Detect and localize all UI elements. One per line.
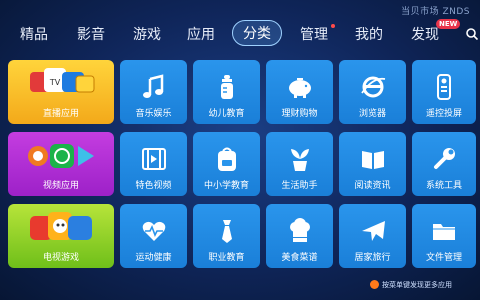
nav-item-yingyin[interactable]: 影音: [77, 24, 105, 44]
tv-games-icon: [30, 212, 92, 240]
tile-early-education[interactable]: 幼儿教育: [193, 60, 260, 124]
tile-label: 浏览器: [358, 109, 386, 119]
tile-label: 特色视频: [135, 181, 172, 191]
nav-item-guanli[interactable]: 管理: [300, 24, 328, 44]
tile-finance-shopping[interactable]: 理财购物: [266, 60, 333, 124]
school-bag-icon: [217, 147, 236, 171]
tile-label: 生活助手: [281, 181, 318, 191]
airplane-icon: [361, 221, 385, 241]
tile-label: 运动健康: [135, 253, 172, 263]
nav-item-yingyong[interactable]: 应用: [187, 24, 215, 44]
remote-control-icon: [437, 74, 451, 100]
tile-label: 幼儿教育: [208, 109, 245, 119]
tile-remote-cast[interactable]: 遥控投屏: [412, 60, 476, 124]
tile-label: 系统工具: [425, 181, 462, 191]
nav-item-jingpin[interactable]: 精品: [20, 24, 48, 44]
nav-item-wode[interactable]: 我的: [355, 24, 383, 44]
folder-icon: [433, 224, 455, 240]
tile-label: 文件管理: [425, 253, 462, 263]
tile-home-travel[interactable]: 居家旅行: [339, 204, 406, 268]
tile-label: 美食菜谱: [281, 253, 318, 263]
live-apps-icon: TV: [30, 68, 95, 93]
baby-bottle-icon: [220, 75, 233, 99]
wrench-icon: [434, 148, 455, 169]
tile-system-tools[interactable]: 系统工具: [412, 132, 476, 196]
watermark: 当贝市场 ZNDS: [401, 7, 470, 17]
tile-tv-games[interactable]: 电视游戏: [8, 204, 114, 268]
tile-label: 音乐娱乐: [135, 109, 172, 119]
tile-label: 直播应用: [42, 109, 79, 119]
top-bar: 当贝市场 ZNDS 精品 影音 游戏 应用 分类 管理 我的 发现 NEW: [0, 0, 480, 60]
svg-text:TV: TV: [49, 78, 61, 87]
tile-sports-health[interactable]: 运动健康: [120, 204, 187, 268]
tile-label: 阅读资讯: [354, 181, 391, 191]
tile-label: 职业教育: [208, 253, 245, 263]
tile-video-apps[interactable]: 视频应用: [8, 132, 114, 196]
nav-item-faxian[interactable]: 发现: [411, 24, 439, 44]
category-nav: 精品 影音 游戏 应用 分类 管理 我的 发现: [0, 20, 480, 48]
menu-key-icon: [370, 280, 379, 289]
tile-k12-education[interactable]: 中小学教育: [193, 132, 260, 196]
tile-vocational-education[interactable]: 职业教育: [193, 204, 260, 268]
browser-e-icon: [360, 76, 385, 98]
piggy-bank-icon: [288, 78, 311, 98]
tile-browser[interactable]: 浏览器: [339, 60, 406, 124]
tile-label: 居家旅行: [354, 253, 391, 263]
necktie-icon: [221, 220, 232, 243]
tile-recipes[interactable]: 美食菜谱: [266, 204, 333, 268]
tile-reading-news[interactable]: 阅读资讯: [339, 132, 406, 196]
plant-pot-icon: [290, 149, 309, 171]
tile-featured-video[interactable]: 特色视频: [120, 132, 187, 196]
music-note-icon: [142, 74, 163, 98]
tile-label: 理财购物: [281, 109, 318, 119]
search-icon[interactable]: [466, 28, 478, 40]
tile-live-apps[interactable]: TV 直播应用: [8, 60, 114, 124]
video-apps-icon: [28, 144, 94, 168]
tile-file-manager[interactable]: 文件管理: [412, 204, 476, 268]
chef-hat-icon: [289, 218, 310, 242]
menu-hint: 按菜单键发现更多应用: [382, 281, 452, 289]
tile-label: 视频应用: [42, 181, 79, 191]
tile-music[interactable]: 音乐娱乐: [120, 60, 187, 124]
tile-label: 中小学教育: [203, 181, 249, 191]
new-badge: NEW: [436, 19, 461, 29]
notification-dot: [331, 24, 335, 28]
tile-label: 电视游戏: [42, 253, 79, 263]
heart-pulse-icon: [142, 221, 165, 241]
nav-item-fenlei[interactable]: 分类: [232, 20, 282, 46]
film-strip-icon: [141, 148, 166, 170]
open-book-icon: [361, 151, 384, 169]
tile-life-assistant[interactable]: 生活助手: [266, 132, 333, 196]
nav-item-youxi[interactable]: 游戏: [133, 24, 161, 44]
tile-label: 遥控投屏: [425, 109, 462, 119]
